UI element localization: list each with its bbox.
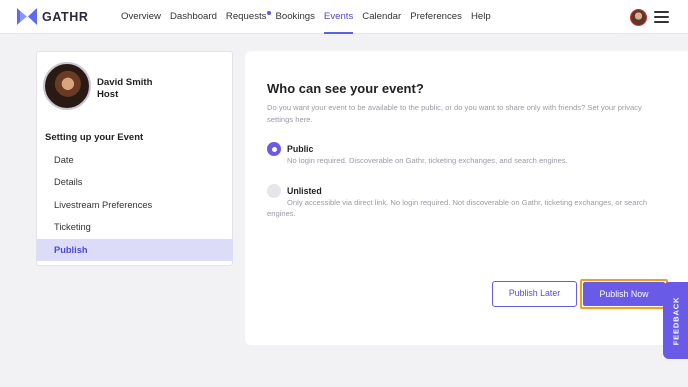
step-publish[interactable]: Publish xyxy=(37,239,233,261)
brand-logo[interactable]: GATHR xyxy=(17,8,89,25)
publish-later-button[interactable]: Publish Later xyxy=(492,281,577,307)
host-name: David Smith xyxy=(97,77,153,88)
step-date[interactable]: Date xyxy=(37,149,233,171)
unlisted-option-description: Only accessible via direct link. No logi… xyxy=(267,198,648,218)
gathr-logo-icon xyxy=(17,8,37,25)
nav-events[interactable]: Events xyxy=(323,0,354,34)
nav-help[interactable]: Help xyxy=(471,0,491,34)
host-role: Host xyxy=(97,89,119,100)
publish-now-button[interactable]: Publish Now xyxy=(583,282,665,306)
main-nav: Overview Dashboard Requests Bookings Eve… xyxy=(121,0,500,34)
nav-preferences[interactable]: Preferences xyxy=(410,0,462,34)
sidebar-section-title: Setting up your Event xyxy=(45,132,144,143)
unlisted-option-title: Unlisted xyxy=(287,186,322,196)
host-avatar xyxy=(43,62,91,110)
top-navigation-bar: GATHR Overview Dashboard Requests Bookin… xyxy=(0,0,688,34)
page-title: Who can see your event? xyxy=(267,81,424,96)
nav-dashboard[interactable]: Dashboard xyxy=(170,0,217,34)
step-ticketing[interactable]: Ticketing xyxy=(37,216,233,238)
nav-requests[interactable]: Requests xyxy=(225,0,272,34)
page-description: Do you want your event to be available t… xyxy=(267,103,642,124)
nav-calendar[interactable]: Calendar xyxy=(362,0,401,34)
nav-overview[interactable]: Overview xyxy=(121,0,161,34)
notification-dot-icon xyxy=(267,11,272,15)
unlisted-radio[interactable] xyxy=(267,184,281,198)
brand-name: GATHR xyxy=(42,9,89,24)
user-avatar[interactable] xyxy=(630,9,647,26)
step-livestream-preferences[interactable]: Livestream Preferences xyxy=(37,194,233,216)
nav-requests-label: Requests xyxy=(225,11,267,22)
hamburger-menu-icon[interactable] xyxy=(654,11,669,23)
public-radio[interactable] xyxy=(267,142,281,156)
nav-bookings[interactable]: Bookings xyxy=(275,0,314,34)
event-setup-sidebar: David Smith Host Setting up your Event D… xyxy=(36,51,233,266)
feedback-label: FEEDBACK xyxy=(671,296,680,345)
feedback-tab[interactable]: FEEDBACK xyxy=(663,282,688,359)
publish-now-highlight: Publish Now xyxy=(580,279,668,309)
public-option-description: No login required. Discoverable on Gathr… xyxy=(287,156,568,165)
step-details[interactable]: Details xyxy=(37,171,233,193)
public-option-title: Public xyxy=(287,144,314,154)
